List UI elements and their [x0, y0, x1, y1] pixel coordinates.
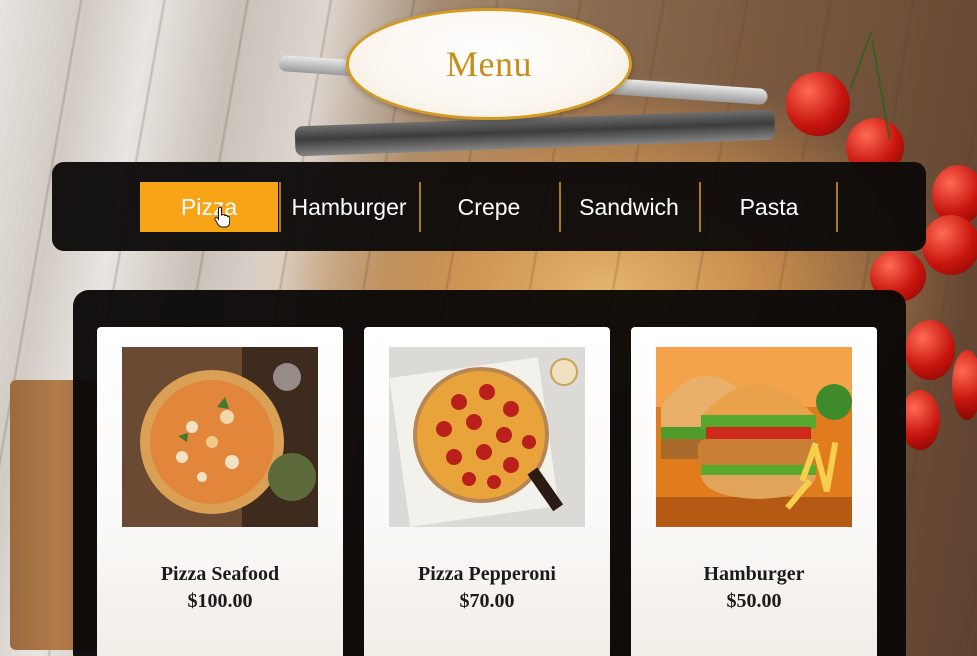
tab-sandwich[interactable]: Sandwich: [560, 182, 698, 232]
tab-label: Pasta: [739, 193, 799, 220]
tomato-decoration: [786, 72, 850, 136]
tab-label: Hamburger: [291, 193, 407, 220]
tab-pizza[interactable]: Pizza: [140, 182, 278, 232]
tomato-decoration: [905, 320, 955, 380]
page-title: Menu: [446, 44, 532, 84]
seafood-pizza-image: [122, 347, 318, 527]
product-price: $100.00: [187, 590, 253, 612]
tomato-decoration: [922, 215, 977, 275]
product-card[interactable]: Pizza Seafood $100.00: [97, 327, 343, 656]
tab-label: Crepe: [457, 193, 521, 220]
tab-label: Sandwich: [579, 193, 679, 220]
tab-pasta[interactable]: Pasta: [700, 182, 838, 232]
hamburger-image: [656, 347, 852, 527]
menu-title-badge: Menu: [346, 8, 632, 120]
tomato-decoration: [900, 390, 940, 450]
product-name: Hamburger: [703, 563, 805, 585]
hand-cursor-icon: [214, 206, 230, 228]
product-price: $70.00: [459, 590, 515, 612]
seafood-pizza-image: [122, 347, 318, 527]
product-name: Pizza Pepperoni: [418, 563, 556, 585]
tab-crepe[interactable]: Crepe: [420, 182, 558, 232]
pepperoni-pizza-image: [389, 347, 585, 527]
pepperoni-pizza-image: [389, 347, 585, 527]
tomato-decoration: [952, 350, 977, 420]
tab-hamburger[interactable]: Hamburger: [280, 182, 418, 232]
tab-divider: [836, 182, 838, 232]
product-card[interactable]: Hamburger $50.00: [631, 327, 877, 656]
hamburger-image: [656, 347, 852, 527]
product-card[interactable]: Pizza Pepperoni $70.00: [364, 327, 610, 656]
product-name: Pizza Seafood: [160, 563, 280, 585]
product-price: $50.00: [726, 590, 782, 612]
